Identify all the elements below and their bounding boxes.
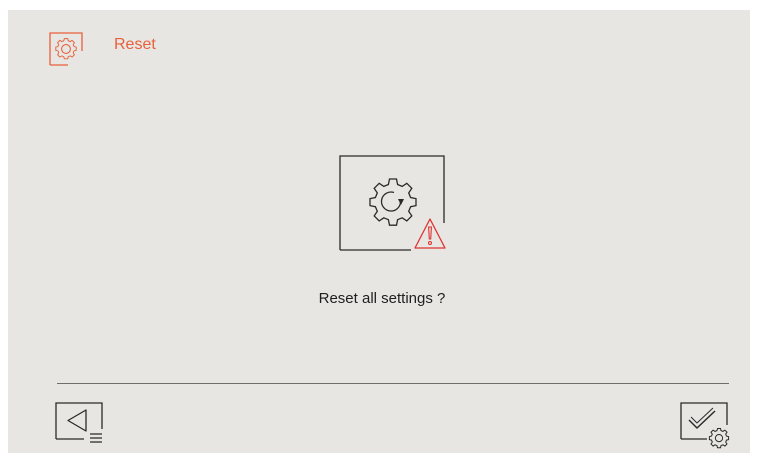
back-button[interactable] — [54, 401, 110, 447]
reset-settings-warning-icon — [339, 155, 449, 252]
back-menu-icon — [55, 402, 103, 443]
divider — [57, 383, 729, 384]
page-title: Reset — [114, 36, 156, 53]
settings-gear-icon — [48, 31, 84, 67]
confirmation-message: Reset all settings ? — [318, 290, 446, 307]
confirm-settings-icon — [680, 402, 730, 449]
confirm-button[interactable] — [679, 401, 733, 449]
warning-icon — [414, 218, 446, 249]
